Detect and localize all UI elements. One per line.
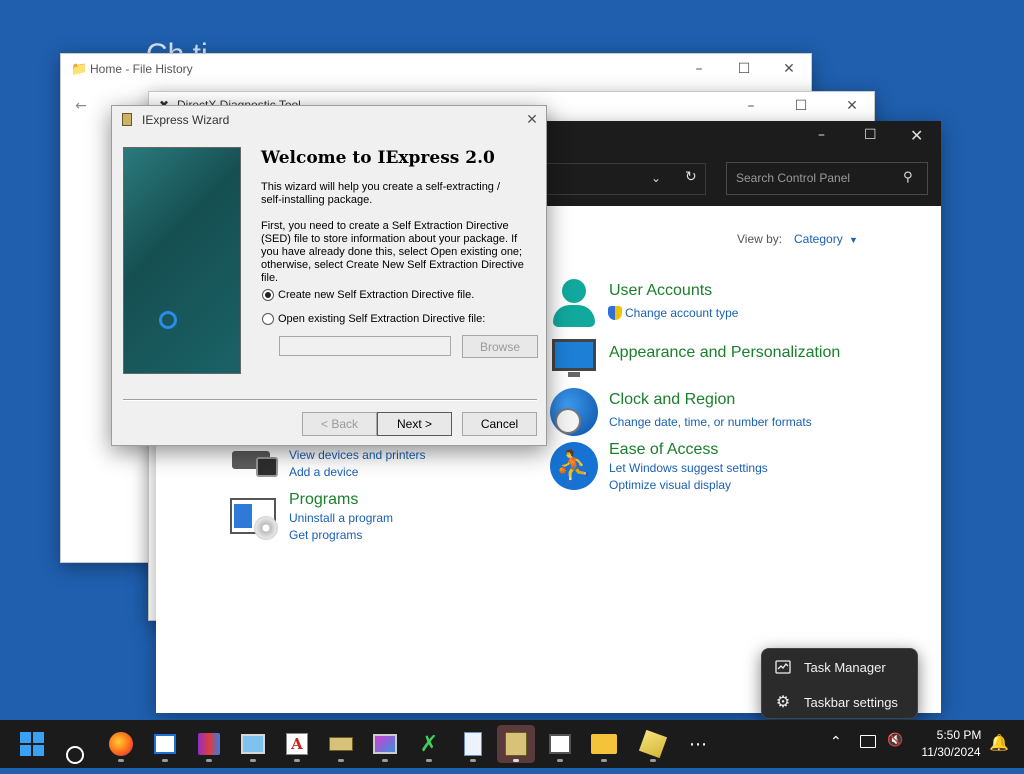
text-document-taskbar-icon[interactable] [454,725,492,763]
file-history-icon: 📁 [71,62,88,77]
iexpress-app-icon [122,113,132,126]
appearance-icon[interactable] [552,339,598,379]
link-change-account-type[interactable]: Change account type [625,306,738,320]
category-programs[interactable]: Programs [289,491,358,509]
volume-muted-icon[interactable]: 🔇 [887,733,903,748]
dialog-divider [123,399,537,401]
close-button[interactable]: ✕ [910,126,923,145]
paint-tool-taskbar-icon[interactable] [634,725,672,763]
menu-item-task-manager[interactable]: Task Manager [762,650,917,684]
maximize-button[interactable]: ☐ [864,127,877,143]
start-button[interactable] [13,725,51,763]
winrar-taskbar-icon[interactable] [190,725,228,763]
gear-icon: ⚙ [775,694,791,711]
wizard-heading: Welcome to IExpress 2.0 [261,148,495,168]
maximize-button[interactable]: ☐ [734,59,754,79]
menu-label: Task Manager [804,659,886,675]
category-clock-region[interactable]: Clock and Region [609,391,735,409]
chevron-down-icon: ▼ [849,235,858,245]
more-apps-button[interactable]: ⋯ [679,725,717,763]
back-arrow-icon[interactable]: ← [71,96,91,116]
search-icon[interactable]: ⚲ [903,170,913,185]
file-history-title: Home - File History [90,62,193,76]
link-get-programs[interactable]: Get programs [289,528,362,542]
shield-icon [608,306,622,320]
close-button[interactable]: ✕ [522,110,542,130]
view-by-dropdown[interactable]: Category ▼ [794,232,858,246]
category-ease-of-access[interactable]: Ease of Access [609,441,718,459]
clock-date[interactable]: 11/30/2024 [912,745,990,759]
network-tool-taskbar-icon[interactable]: ✗ [410,725,448,763]
devices-printers-icon[interactable] [232,443,278,477]
view-by-label: View by: [737,232,783,246]
category-user-accounts[interactable]: User Accounts [609,282,712,300]
browse-button[interactable]: Browse [462,335,538,358]
next-button[interactable]: Next > [377,412,452,436]
link-uninstall-program[interactable]: Uninstall a program [289,511,393,525]
clock-time[interactable]: 5:50 PM [920,728,998,742]
show-hidden-icons-button[interactable]: ⌃ [830,734,842,750]
search-icon [66,746,84,764]
cancel-button[interactable]: Cancel [462,412,537,436]
control-panel-taskbar-icon[interactable] [234,725,272,763]
address-bar[interactable]: ⌄ ↻ [546,163,706,195]
view-by-value: Category [794,232,843,246]
app-window-taskbar-icon[interactable] [146,725,184,763]
taskbar-context-menu: Task Manager ⚙ Taskbar settings [761,648,918,719]
back-button[interactable]: < Back [302,412,377,436]
wizard-side-image [123,147,241,374]
font-viewer-taskbar-icon[interactable]: A [278,725,316,763]
ease-of-access-icon[interactable]: ⛹ [550,442,598,490]
wizard-intro-text: This wizard will help you create a self-… [261,181,501,206]
menu-item-taskbar-settings[interactable]: ⚙ Taskbar settings [762,685,917,719]
dialog-title: IExpress Wizard [142,113,230,127]
taskbar: A ✗ ⋯ ⌃ 🔇 5:50 PM 11/30/2024 🔔 [0,720,1024,768]
search-input[interactable]: Search Control Panel ⚲ [726,162,928,195]
file-explorer-taskbar-icon[interactable] [585,725,623,763]
minimize-button[interactable]: – [689,59,709,79]
link-let-windows-suggest[interactable]: Let Windows suggest settings [609,461,768,475]
chevron-down-icon[interactable]: ⌄ [651,171,661,185]
notification-bell-icon[interactable]: 🔔 [989,733,1009,752]
link-optimize-visual-display[interactable]: Optimize visual display [609,478,731,492]
option-open-label[interactable]: Open existing Self Extraction Directive … [278,313,485,326]
menu-label: Taskbar settings [804,694,898,710]
search-placeholder: Search Control Panel [736,171,851,185]
programs-icon[interactable] [230,498,280,540]
spinner-icon [159,311,177,329]
maximize-button[interactable]: ☐ [791,96,811,116]
minimize-button[interactable]: – [741,96,761,116]
package-installer-taskbar-icon[interactable] [322,725,360,763]
refresh-icon[interactable]: ↻ [685,169,697,185]
link-view-devices-printers[interactable]: View devices and printers [289,448,426,462]
clock-region-icon[interactable] [550,388,598,436]
radio-open-existing-sed[interactable] [262,313,274,325]
window-manager-taskbar-icon[interactable] [541,725,579,763]
user-accounts-icon[interactable] [553,279,595,327]
search-taskbar-button[interactable] [56,736,94,774]
firefox-taskbar-icon[interactable] [102,725,140,763]
close-button[interactable]: ✕ [842,96,862,116]
link-add-device[interactable]: Add a device [289,465,358,479]
minimize-button[interactable]: – [818,127,825,143]
radio-create-new-sed[interactable] [262,289,274,301]
option-create-label[interactable]: Create new Self Extraction Directive fil… [278,289,474,302]
iexpress-wizard-dialog: IExpress Wizard ✕ Welcome to IExpress 2.… [111,105,547,446]
display-settings-taskbar-icon[interactable] [366,725,404,763]
wizard-instructions-text: First, you need to create a Self Extract… [261,220,524,284]
iexpress-taskbar-icon[interactable] [497,725,535,763]
link-change-date-time[interactable]: Change date, time, or number formats [609,415,812,429]
network-status-icon[interactable] [860,735,876,748]
windows-logo-icon [20,732,44,756]
close-button[interactable]: ✕ [779,59,799,79]
category-appearance[interactable]: Appearance and Personalization [609,344,840,362]
task-manager-icon [762,660,804,674]
sed-path-field[interactable] [279,336,451,356]
